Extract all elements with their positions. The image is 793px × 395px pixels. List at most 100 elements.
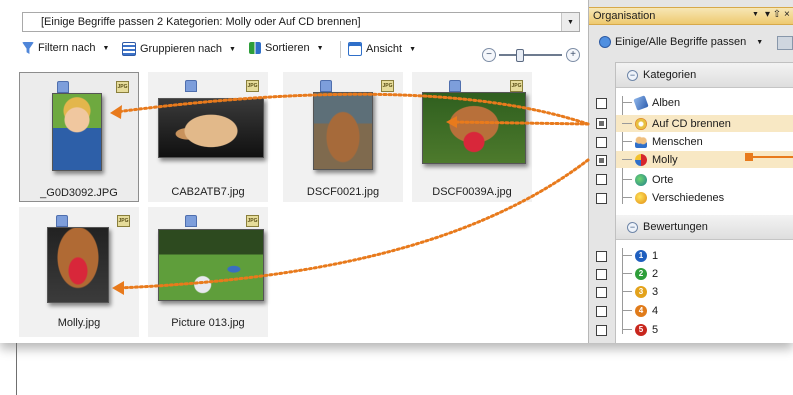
- group-by-button[interactable]: Gruppieren nach ▼: [122, 42, 236, 56]
- chevron-down-icon: ▼: [756, 38, 764, 46]
- thumbnail-image-molly: [47, 227, 109, 303]
- photo-browser-pane: [Einige Begriffe passen 2 Kategorien: Mo…: [0, 0, 589, 343]
- zoom-out-button[interactable]: −: [482, 48, 496, 62]
- match-mode-icon: [599, 36, 611, 48]
- category-tag-icon: [320, 80, 332, 92]
- burn-cd-icon: [635, 117, 647, 130]
- zoom-in-button[interactable]: +: [566, 48, 580, 62]
- thumbnail-tile[interactable]: JPG DSCF0039A.jpg: [412, 72, 532, 202]
- people-icon: [635, 135, 647, 148]
- category-checkbox-menschen[interactable]: [596, 137, 607, 148]
- rating-row-5[interactable]: 5 5: [616, 321, 793, 338]
- rating-checkbox-3[interactable]: [596, 287, 607, 298]
- chevron-down-icon[interactable]: ▼: [561, 13, 579, 31]
- category-row-verschiedenes[interactable]: Verschiedenes: [616, 189, 793, 206]
- category-row-auf-cd-brennen[interactable]: Auf CD brennen: [616, 115, 793, 132]
- thumbnail-grid: JPG _G0D3092.JPG JPG CAB2ATB7.jpg JPG DS…: [0, 68, 588, 343]
- thumbnail-tile[interactable]: JPG _G0D3092.JPG: [19, 72, 139, 202]
- thumbnail-filename: CAB2ATB7.jpg: [171, 186, 245, 198]
- zoom-knob[interactable]: [516, 49, 524, 62]
- chevron-down-icon: ▼: [316, 44, 324, 52]
- thumbnail-zoom-slider[interactable]: − +: [482, 48, 582, 62]
- filter-criteria-bar[interactable]: [Einige Begriffe passen 2 Kategorien: Mo…: [22, 12, 580, 32]
- thumbnail-tile[interactable]: JPG DSCF0021.jpg: [283, 72, 403, 202]
- zoom-track[interactable]: [499, 54, 562, 56]
- rating-row-1[interactable]: 1 1: [616, 247, 793, 264]
- thumbnail-tile[interactable]: JPG Picture 013.jpg: [148, 207, 268, 337]
- album-icon: [633, 94, 649, 111]
- thumbnail-filename: Molly.jpg: [57, 317, 101, 329]
- category-label: Auf CD brennen: [652, 117, 731, 130]
- category-checkbox-orte[interactable]: [596, 174, 607, 185]
- organizer-title-bar: Organisation ▼ ▾ ⇧ ×: [589, 7, 793, 25]
- category-row-alben[interactable]: Alben: [616, 94, 793, 111]
- thumbnail-image-dog-porch: [313, 92, 373, 170]
- tag-tool-icon[interactable]: [777, 36, 793, 50]
- rating-label: 2: [652, 267, 659, 280]
- places-icon: [635, 173, 647, 186]
- category-tag-icon: [57, 81, 69, 93]
- molly-category-icon: [635, 153, 647, 166]
- funnel-icon: [22, 42, 34, 54]
- view-label: Ansicht: [366, 43, 403, 55]
- category-label: Menschen: [652, 135, 703, 148]
- ratings-section-header[interactable]: − Bewertungen: [616, 215, 793, 240]
- frame-left-rule: [16, 343, 17, 395]
- collapse-icon[interactable]: −: [627, 70, 638, 81]
- category-checkbox-molly[interactable]: [596, 155, 607, 166]
- category-row-menschen[interactable]: Menschen: [616, 133, 793, 150]
- rating-checkbox-2[interactable]: [596, 269, 607, 280]
- file-type-icon: JPG: [381, 80, 394, 92]
- group-by-label: Gruppieren nach: [140, 43, 222, 55]
- sort-arrows-icon: [249, 42, 261, 54]
- thumbnail-filename: Picture 013.jpg: [171, 317, 245, 329]
- category-tag-icon: [185, 80, 197, 92]
- category-tag-icon: [449, 80, 461, 92]
- match-mode-dropdown[interactable]: Einige/Alle Begriffe passen ▼: [599, 36, 763, 48]
- chevron-down-icon[interactable]: ▼: [752, 11, 759, 18]
- file-type-icon: JPG: [246, 215, 259, 227]
- categories-section-header[interactable]: − Kategorien: [616, 63, 793, 88]
- rating-checkbox-1[interactable]: [596, 251, 607, 262]
- category-checkbox-auf-cd-brennen[interactable]: [596, 118, 607, 129]
- rating-4-icon: 4: [635, 304, 647, 317]
- rating-label: 3: [652, 285, 659, 298]
- misc-icon: [635, 191, 647, 204]
- categories-header-label: Kategorien: [643, 69, 697, 81]
- thumbnail-image-dog-car: [158, 98, 264, 158]
- rating-row-3[interactable]: 3 3: [616, 283, 793, 300]
- rating-label: 4: [652, 304, 659, 317]
- rating-checkbox-4[interactable]: [596, 306, 607, 317]
- rating-row-4[interactable]: 4 4: [616, 302, 793, 319]
- rating-1-icon: 1: [635, 249, 647, 262]
- thumbnail-image-dog-bandana: [422, 92, 526, 164]
- view-button[interactable]: Ansicht ▼: [348, 42, 416, 56]
- category-checkbox-alben[interactable]: [596, 98, 607, 109]
- category-label: Alben: [652, 96, 681, 109]
- category-row-orte[interactable]: Orte: [616, 171, 793, 188]
- filter-by-button[interactable]: Filtern nach ▼: [22, 42, 109, 54]
- filter-by-label: Filtern nach: [38, 42, 96, 54]
- organizer-title: Organisation: [593, 10, 656, 22]
- category-checkbox-verschiedenes[interactable]: [596, 193, 607, 204]
- rating-checkbox-5[interactable]: [596, 325, 607, 336]
- category-row-molly[interactable]: Molly: [616, 151, 793, 168]
- thumbnail-tile[interactable]: JPG CAB2ATB7.jpg: [148, 72, 268, 202]
- category-label: Orte: [652, 173, 674, 186]
- group-grid-icon: [122, 42, 136, 56]
- thumbnail-tile[interactable]: JPG Molly.jpg: [19, 207, 139, 337]
- sort-button[interactable]: Sortieren ▼: [249, 42, 324, 54]
- category-tag-icon: [56, 215, 68, 227]
- rating-row-2[interactable]: 2 2: [616, 265, 793, 282]
- view-layout-icon: [348, 42, 362, 56]
- sort-label: Sortieren: [265, 42, 310, 54]
- panel-pin-icon[interactable]: ▾ ⇧ ×: [765, 9, 790, 20]
- category-label: Verschiedenes: [652, 191, 725, 204]
- category-label: Molly: [652, 153, 678, 166]
- toolbar-divider: [340, 41, 341, 58]
- ratings-header-label: Bewertungen: [643, 221, 708, 233]
- file-type-icon: JPG: [117, 215, 130, 227]
- thumbnail-filename: _G0D3092.JPG: [40, 187, 118, 199]
- rating-label: 1: [652, 249, 659, 262]
- collapse-icon[interactable]: −: [627, 222, 638, 233]
